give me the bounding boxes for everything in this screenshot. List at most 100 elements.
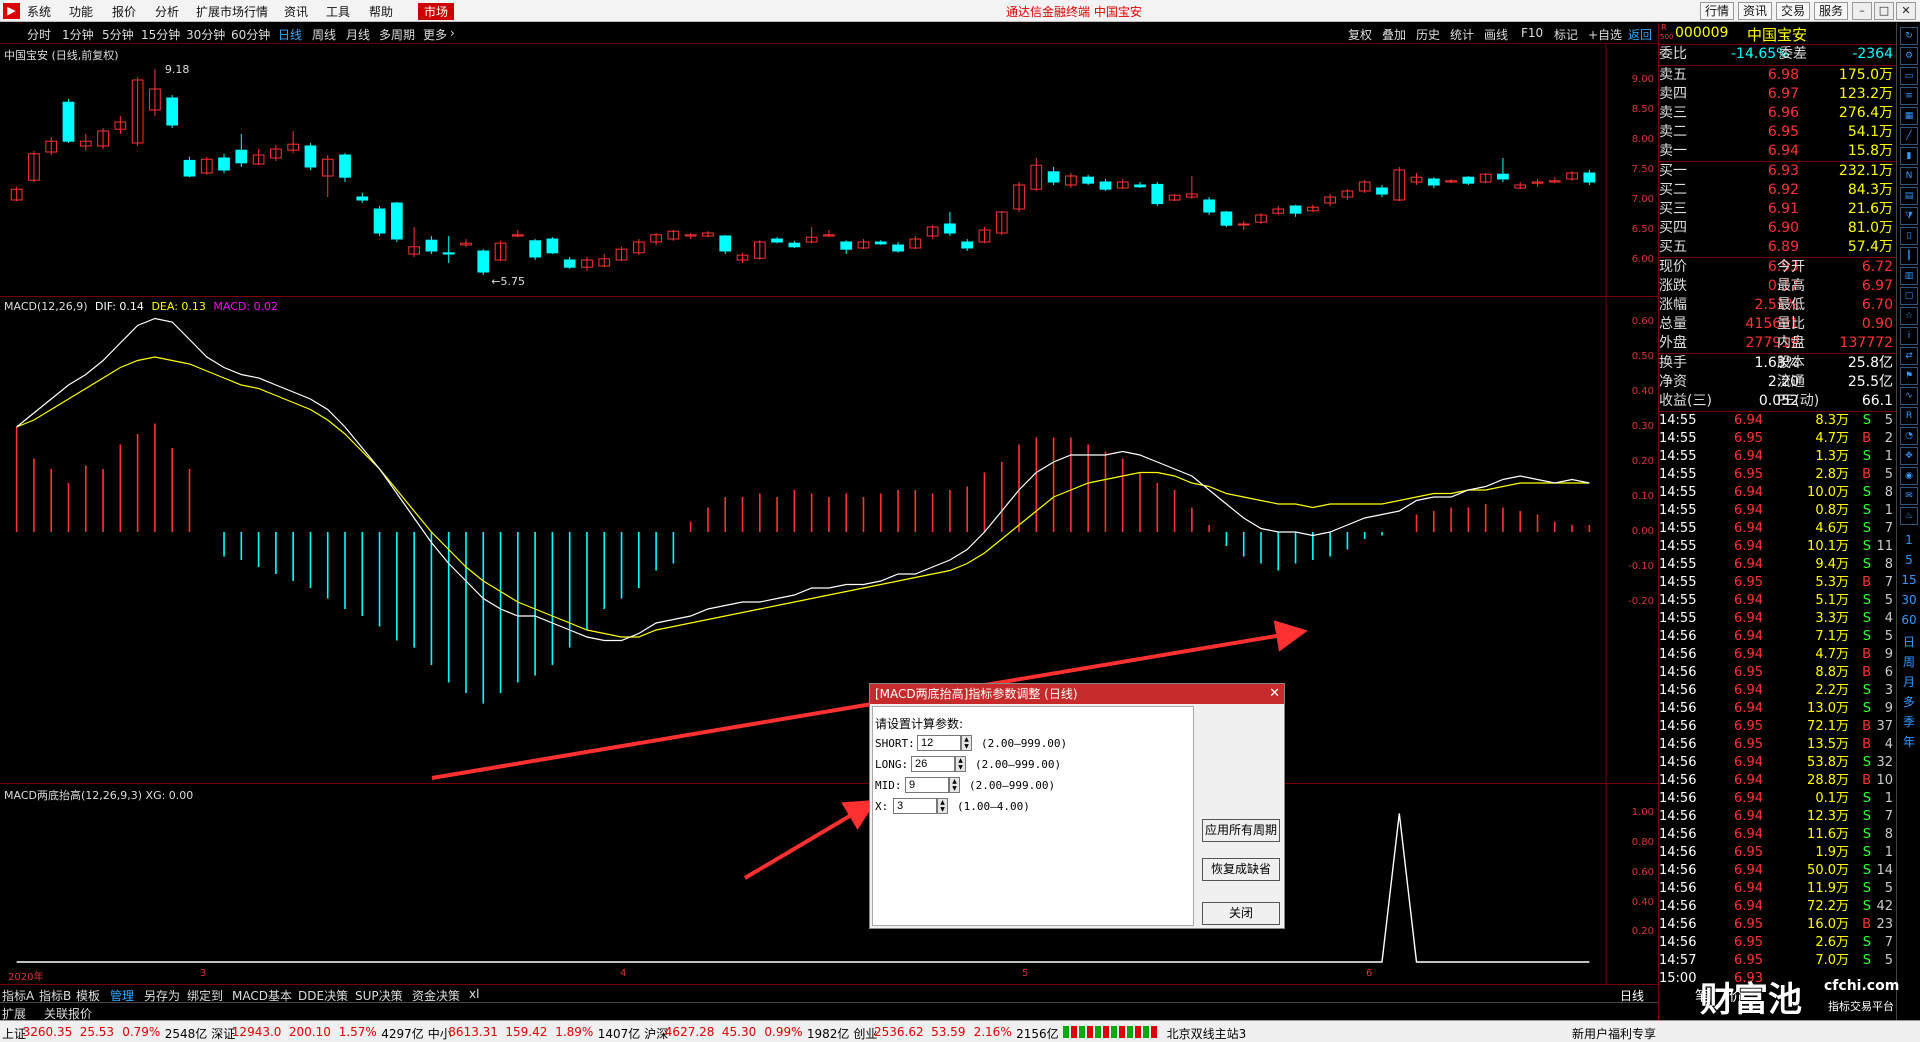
top-button-info[interactable]: 资讯 bbox=[1738, 2, 1773, 20]
filter-icon[interactable]: ⧩ bbox=[1900, 207, 1918, 225]
menu-system[interactable]: 系统 bbox=[27, 3, 51, 20]
period-shortcut[interactable]: 周 bbox=[1897, 653, 1920, 670]
param-short-spinner[interactable]: ▲ ▼ bbox=[961, 735, 972, 751]
dialog-title-text: [MACD两底抬高]指标参数调整 (日线) bbox=[875, 687, 1078, 701]
menu-extended-market[interactable]: 扩展市场行情 bbox=[196, 3, 268, 20]
tick-price: 6.94 bbox=[1734, 485, 1763, 500]
tool-stats[interactable]: 统计 bbox=[1450, 26, 1474, 43]
tool-back[interactable]: 返回 bbox=[1628, 26, 1652, 43]
period-daily[interactable]: 日线 bbox=[278, 26, 302, 43]
price-chart-panel[interactable]: 9.18 ←5.75 中国宝安 (日线,前复权) 9.00 8.50 8.00 7.50… bbox=[0, 44, 1658, 297]
flag-icon[interactable]: ⚑ bbox=[1900, 367, 1918, 385]
tool-overlay[interactable]: 叠加 bbox=[1382, 26, 1406, 43]
period-15min[interactable]: 15分钟 bbox=[141, 26, 180, 43]
top-button-trade[interactable]: 交易 bbox=[1776, 2, 1811, 20]
tool-mark[interactable]: 标记 bbox=[1554, 26, 1578, 43]
table-icon[interactable]: ▥ bbox=[1900, 267, 1918, 285]
period-more[interactable]: 更多 bbox=[423, 26, 447, 43]
period-60min[interactable]: 60分钟 bbox=[231, 26, 270, 43]
mail-icon[interactable]: ✉ bbox=[1900, 487, 1918, 505]
param-long-input[interactable] bbox=[911, 756, 955, 772]
tick-volume: 13.5万 bbox=[1807, 737, 1849, 752]
menu-function[interactable]: 功能 bbox=[69, 3, 93, 20]
tick-row: 14:56 6.94 72.2万 S 42 bbox=[1659, 898, 1897, 916]
document-icon[interactable]: ▯ bbox=[1900, 227, 1918, 245]
param-x-input[interactable] bbox=[893, 798, 937, 814]
grid-icon[interactable]: ▦ bbox=[1900, 107, 1918, 125]
settings-icon[interactable]: ⚙ bbox=[1900, 47, 1918, 65]
compare-icon[interactable]: ⇄ bbox=[1900, 347, 1918, 365]
period-timeshare[interactable]: 分时 bbox=[27, 26, 51, 43]
chevron-right-icon[interactable]: › bbox=[450, 26, 455, 40]
promo-link[interactable]: 新用户福利专享 bbox=[1572, 1025, 1656, 1042]
period-shortcut[interactable]: 5 bbox=[1897, 553, 1920, 567]
chart-bar-icon[interactable]: ▮ bbox=[1900, 147, 1918, 165]
list-icon[interactable]: ≡ bbox=[1900, 87, 1918, 105]
wave-icon[interactable]: ∿ bbox=[1900, 387, 1918, 405]
menu-help[interactable]: 帮助 bbox=[369, 3, 393, 20]
rsi-icon[interactable]: R bbox=[1900, 407, 1918, 425]
period-shortcut[interactable]: 多 bbox=[1897, 693, 1920, 710]
xg-panel[interactable]: MACD两底抬高(12,26,9,3) XG: 0.00 1.00 0.80 0.6… bbox=[0, 784, 1658, 984]
macd-panel[interactable]: MACD(12,26,9) DIF: 0.14 DEA: 0.13 MACD: … bbox=[0, 297, 1658, 784]
apply-all-periods-button[interactable]: 应用所有周期 bbox=[1202, 819, 1280, 842]
period-5min[interactable]: 5分钟 bbox=[102, 26, 134, 43]
tool-draw[interactable]: 画线 bbox=[1484, 26, 1508, 43]
param-short-input[interactable] bbox=[917, 735, 961, 751]
restore-default-button[interactable]: 恢复成缺省 bbox=[1202, 858, 1280, 881]
period-shortcut[interactable]: 季 bbox=[1897, 713, 1920, 730]
param-x-spinner[interactable]: ▲ ▼ bbox=[937, 798, 948, 814]
menu-analysis[interactable]: 分析 bbox=[155, 3, 179, 20]
param-long-spinner[interactable]: ▲ ▼ bbox=[955, 756, 966, 772]
param-mid-spinner[interactable]: ▲ ▼ bbox=[949, 777, 960, 793]
tool-adjust[interactable]: 复权 bbox=[1348, 26, 1372, 43]
period-weekly[interactable]: 周线 bbox=[312, 26, 336, 43]
eye-icon[interactable]: ◉ bbox=[1900, 467, 1918, 485]
stat-row: 总量 415691 量比 0.90 bbox=[1659, 315, 1897, 333]
tab-xl[interactable]: xl bbox=[469, 987, 479, 1001]
weicha-label: 委差 bbox=[1779, 46, 1807, 62]
pie-icon[interactable]: ◔ bbox=[1900, 427, 1918, 445]
info-icon[interactable]: i bbox=[1900, 327, 1918, 345]
period-shortcut[interactable]: 1 bbox=[1897, 533, 1920, 547]
close-icon[interactable]: ✕ bbox=[1896, 2, 1916, 20]
tick-time: 14:56 bbox=[1659, 881, 1697, 896]
tool-f10[interactable]: F10 bbox=[1521, 26, 1543, 40]
weibi-label: 委比 bbox=[1659, 46, 1687, 62]
cup-icon[interactable]: ♨ bbox=[1900, 507, 1918, 525]
menu-market[interactable]: 市场 bbox=[418, 3, 455, 20]
tool-add-watch[interactable]: +自选 bbox=[1588, 26, 1622, 43]
menu-tools[interactable]: 工具 bbox=[326, 3, 350, 20]
top-button-service[interactable]: 服务 bbox=[1814, 2, 1849, 20]
tool-history[interactable]: 历史 bbox=[1416, 26, 1440, 43]
star-icon[interactable]: ☆ bbox=[1900, 307, 1918, 325]
dialog-close-icon[interactable]: ✕ bbox=[1269, 686, 1280, 701]
top-button-quote[interactable]: 行情 bbox=[1700, 2, 1735, 20]
tick-count: 4 bbox=[1884, 737, 1893, 752]
bid-volume: 21.6万 bbox=[1847, 201, 1893, 217]
maximize-icon[interactable]: □ bbox=[1874, 2, 1894, 20]
menu-info[interactable]: 资讯 bbox=[284, 3, 308, 20]
period-shortcut[interactable]: 年 bbox=[1897, 733, 1920, 750]
chart-kline-icon[interactable]: ┃ bbox=[1900, 247, 1918, 265]
chart-line-icon[interactable]: ╱ bbox=[1900, 127, 1918, 145]
menu-quote[interactable]: 报价 bbox=[112, 3, 136, 20]
period-shortcut[interactable]: 30 bbox=[1897, 593, 1920, 607]
period-shortcut[interactable]: 60 bbox=[1897, 613, 1920, 627]
param-mid-input[interactable] bbox=[905, 777, 949, 793]
period-shortcut[interactable]: 日 bbox=[1897, 633, 1920, 650]
news-icon[interactable]: N bbox=[1900, 167, 1918, 185]
move-icon[interactable]: ✥ bbox=[1900, 447, 1918, 465]
period-shortcut[interactable]: 月 bbox=[1897, 673, 1920, 690]
period-1min[interactable]: 1分钟 bbox=[62, 26, 94, 43]
minimize-icon[interactable]: – bbox=[1852, 2, 1872, 20]
calendar-icon[interactable]: ▤ bbox=[1900, 187, 1918, 205]
period-monthly[interactable]: 月线 bbox=[346, 26, 370, 43]
period-30min[interactable]: 30分钟 bbox=[186, 26, 225, 43]
refresh-icon[interactable]: ↻ bbox=[1900, 27, 1918, 45]
period-multi[interactable]: 多周期 bbox=[379, 26, 415, 43]
window-icon[interactable]: ▭ bbox=[1900, 67, 1918, 85]
period-shortcut[interactable]: 15 bbox=[1897, 573, 1920, 587]
folder-icon[interactable]: ▢ bbox=[1900, 287, 1918, 305]
dialog-close-button[interactable]: 关闭 bbox=[1202, 902, 1280, 925]
